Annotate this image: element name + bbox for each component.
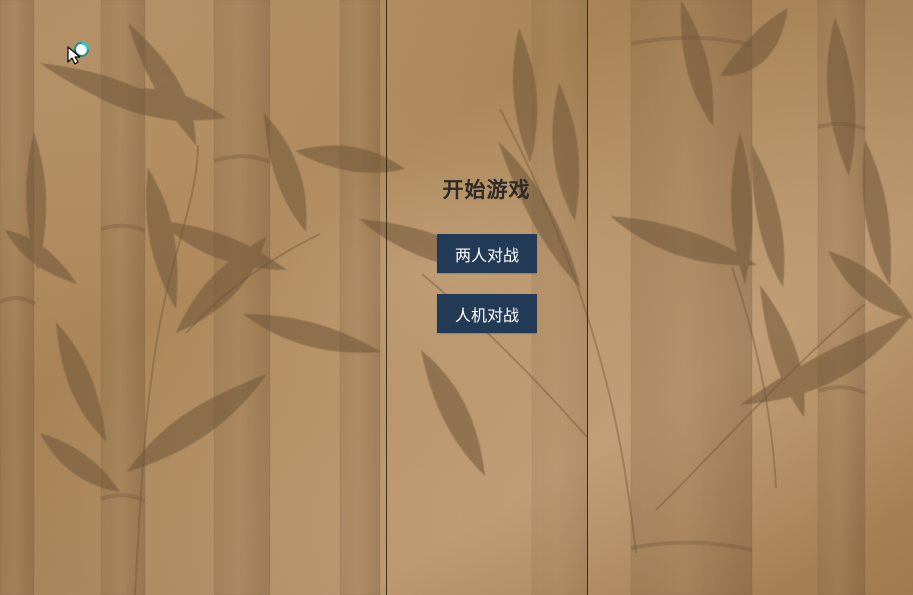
start-game-title: 开始游戏 xyxy=(442,178,531,202)
left-panel-divider xyxy=(386,0,387,595)
game-start-screen: 开始游戏 两人对战 人机对战 xyxy=(0,0,913,595)
two-player-battle-button[interactable]: 两人对战 xyxy=(437,234,537,273)
human-vs-computer-battle-button[interactable]: 人机对战 xyxy=(437,294,537,333)
right-panel-divider xyxy=(587,0,588,595)
start-game-menu: 开始游戏 两人对战 人机对战 xyxy=(386,172,587,333)
mouse-pointer-icon xyxy=(67,46,80,65)
